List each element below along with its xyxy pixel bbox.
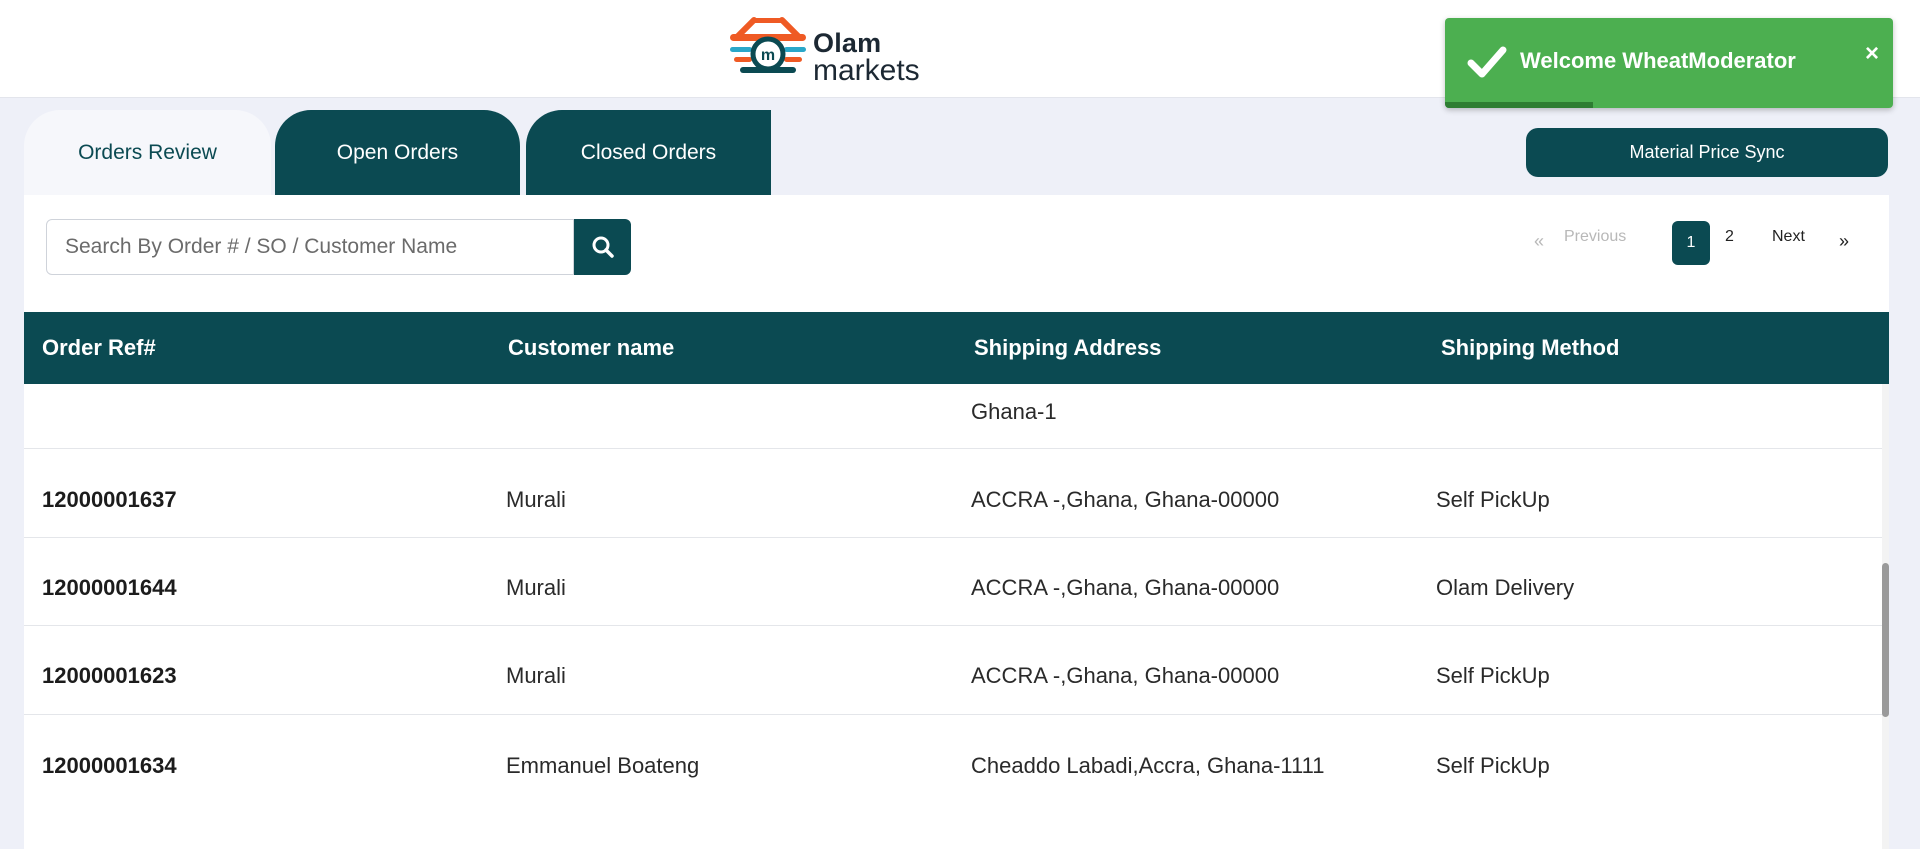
svg-text:m: m — [761, 47, 775, 64]
cell-shipping-address: Cheaddo Labadi,Accra, Ghana-1111 — [971, 753, 1325, 778]
cell-shipping-address: Ghana-1 — [971, 399, 1057, 424]
toast-close-button[interactable]: × — [1865, 40, 1879, 68]
tab-label: Orders Review — [78, 140, 217, 164]
tab-label: Closed Orders — [580, 140, 717, 164]
cell-customer-name: Emmanuel Boateng — [506, 753, 700, 778]
column-header-shipping-method[interactable]: Shipping Method — [1441, 335, 1619, 361]
table-row[interactable]: 12000001623 Murali ACCRA -,Ghana, Ghana-… — [24, 626, 1882, 715]
check-icon — [1467, 46, 1507, 78]
basket-logo-icon: m — [730, 17, 806, 73]
tab-open-orders[interactable]: Open Orders — [275, 110, 520, 195]
pagination-previous: Previous — [1564, 228, 1627, 245]
column-header-customer-name[interactable]: Customer name — [508, 335, 674, 361]
tab-orders-review[interactable]: Orders Review — [24, 110, 271, 195]
table-row-partial[interactable]: Ghana-1 — [24, 384, 1882, 449]
table-row[interactable]: 12000001634 Emmanuel Boateng Cheaddo Lab… — [24, 715, 1882, 849]
orders-table-header: Order Ref# Customer name Shipping Addres… — [24, 312, 1889, 384]
cell-shipping-address: ACCRA -,Ghana, Ghana-00000 — [971, 575, 1280, 600]
material-price-sync-button[interactable]: Material Price Sync — [1526, 128, 1888, 177]
cell-order-ref: 12000001623 — [42, 663, 177, 688]
cell-shipping-address: ACCRA -,Ghana, Ghana-00000 — [971, 487, 1280, 512]
tab-closed-orders[interactable]: Closed Orders — [526, 110, 771, 195]
cell-shipping-method: Self PickUp — [1436, 487, 1550, 512]
search-input[interactable] — [46, 219, 574, 275]
table-scrollbar-thumb[interactable] — [1882, 563, 1889, 717]
tab-label: Open Orders — [336, 140, 459, 164]
cell-order-ref: 12000001637 — [42, 487, 177, 512]
cell-order-ref: 12000001644 — [42, 575, 177, 600]
cell-customer-name: Murali — [506, 487, 566, 512]
search-button[interactable] — [574, 219, 631, 275]
toast-message: Welcome WheatModerator — [1520, 48, 1796, 73]
pagination-page-2[interactable]: 2 — [1725, 228, 1734, 246]
cell-shipping-address: ACCRA -,Ghana, Ghana-00000 — [971, 663, 1280, 688]
cell-shipping-method: Self PickUp — [1436, 663, 1550, 688]
logo-text-markets: markets — [813, 54, 920, 87]
welcome-toast: Welcome WheatModerator × — [1445, 18, 1893, 108]
cell-customer-name: Murali — [506, 663, 566, 688]
order-search — [46, 219, 631, 275]
toast-progress-bar — [1445, 102, 1593, 108]
table-row[interactable]: 12000001644 Murali ACCRA -,Ghana, Ghana-… — [24, 538, 1882, 626]
pagination-page-1[interactable]: 1 — [1672, 221, 1710, 265]
cell-order-ref: 12000001634 — [42, 753, 177, 778]
next-arrow-icon[interactable]: » — [1839, 231, 1849, 252]
cell-customer-name: Murali — [506, 575, 566, 600]
column-header-shipping-address[interactable]: Shipping Address — [974, 335, 1161, 361]
pagination-next[interactable]: Next — [1772, 228, 1805, 246]
cell-shipping-method: Self PickUp — [1436, 753, 1550, 778]
previous-arrow-icon: « — [1534, 231, 1545, 251]
column-header-order-ref[interactable]: Order Ref# — [42, 335, 156, 361]
cell-shipping-method: Olam Delivery — [1436, 575, 1575, 600]
search-icon — [592, 236, 614, 258]
table-row[interactable]: 12000001637 Murali ACCRA -,Ghana, Ghana-… — [24, 449, 1882, 538]
